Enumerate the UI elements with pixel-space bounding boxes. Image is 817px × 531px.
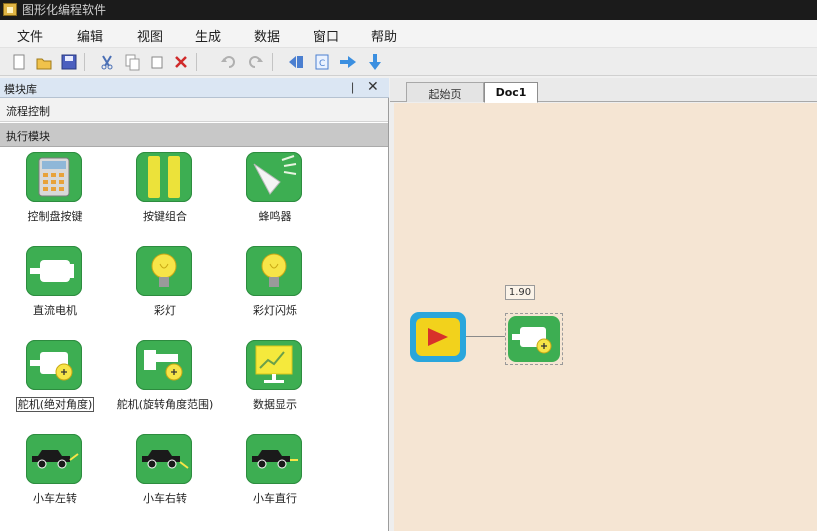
open-file-icon[interactable] [35,53,53,71]
module-label: 彩灯 [154,304,176,317]
module-label: 小车左转 [33,492,77,505]
pin-icon[interactable]: ❘ [348,81,357,94]
library-header: 模块库 ❘ ✕ [0,78,389,98]
module-servo-absolute[interactable]: 舵机(绝对角度) [0,340,110,430]
module-dc-motor[interactable]: 直流电机 [0,246,110,336]
import-icon[interactable] [288,53,306,71]
module-label: 彩灯闪烁 [253,304,297,317]
tab-doc1[interactable]: Doc1 [484,82,538,103]
window-title: 图形化编程软件 [22,3,107,17]
key-combo-icon [136,152,192,202]
toolbar-separator [196,53,197,71]
node-connector [466,336,505,337]
close-icon[interactable]: ✕ [367,79,379,95]
paste-icon[interactable] [148,53,166,71]
app-icon [3,3,17,16]
toolbar-separator [272,53,273,71]
module-buzzer[interactable]: 蜂鸣器 [220,152,330,242]
menu-window[interactable]: 窗口 [313,26,339,45]
menu-view[interactable]: 视图 [137,26,163,45]
document-tabs: 起始页 Doc1 [390,78,817,103]
menu-help[interactable]: 帮助 [371,26,397,45]
title-bar: 图形化编程软件 [0,0,817,20]
redo-icon[interactable] [246,53,264,71]
program-canvas[interactable]: 1.90 [394,103,817,531]
module-car-straight[interactable]: 小车直行 [220,434,330,524]
copy-icon[interactable] [123,53,141,71]
category-flow-control[interactable]: 流程控制 [0,98,388,122]
document-area: 起始页 Doc1 1.90 [390,78,817,531]
toolbar-separator [84,53,85,71]
export-icon[interactable]: C [313,53,331,71]
car-right-icon [136,434,192,484]
data-display-icon [246,340,302,390]
module-light[interactable]: 彩灯 [110,246,220,336]
module-label: 数据显示 [253,398,297,411]
dc-motor-icon [26,246,82,296]
module-label: 按键组合 [143,210,187,223]
module-light-blink[interactable]: 彩灯闪烁 [220,246,330,336]
motor-param-value[interactable]: 1.90 [505,285,535,300]
servo-rotate-icon [136,340,192,390]
module-label: 控制盘按键 [27,210,83,223]
light-bulb-icon [136,246,192,296]
menu-data[interactable]: 数据 [254,26,280,45]
car-straight-icon [246,434,302,484]
undo-icon[interactable] [220,53,238,71]
delete-icon[interactable] [172,53,190,71]
servo-node[interactable] [505,313,563,365]
servo-node-icon [508,316,560,362]
new-file-icon[interactable] [10,53,28,71]
module-car-left[interactable]: 小车左转 [0,434,110,524]
menu-build[interactable]: 生成 [195,26,221,45]
module-label: 舵机(旋转角度范围) [116,398,214,411]
light-blink-icon [246,246,302,296]
module-label: 小车右转 [143,492,187,505]
arrow-down-icon[interactable] [366,53,384,71]
module-library-panel: 模块库 ❘ ✕ 流程控制 执行模块 控制盘按键 按键组合 蜂鸣器 直流电机 彩灯 [0,78,389,531]
tab-start-page[interactable]: 起始页 [406,82,484,102]
buzzer-icon [246,152,302,202]
svg-text:C: C [319,59,325,69]
module-label: 舵机(绝对角度) [0,397,110,412]
module-label-text: 舵机(绝对角度) [15,397,95,412]
category-execution-modules[interactable]: 执行模块 [0,123,388,147]
module-control-panel-key[interactable]: 控制盘按键 [0,152,110,242]
library-title: 模块库 [4,83,37,96]
servo-absolute-icon [26,340,82,390]
menu-file[interactable]: 文件 [17,26,43,45]
module-data-display[interactable]: 数据显示 [220,340,330,430]
module-label: 直流电机 [33,304,77,317]
menu-bar: 文件 编辑 视图 生成 数据 窗口 帮助 [0,20,817,48]
module-car-right[interactable]: 小车右转 [110,434,220,524]
menu-edit[interactable]: 编辑 [77,26,103,45]
module-label: 小车直行 [253,492,297,505]
play-icon [428,328,448,346]
save-icon[interactable] [60,53,78,71]
arrow-right-icon[interactable] [339,53,357,71]
cut-icon[interactable] [98,53,116,71]
module-servo-rotate[interactable]: 舵机(旋转角度范围) [110,340,220,430]
module-label: 蜂鸣器 [258,210,292,223]
toolbar: C [0,48,817,76]
module-key-combo[interactable]: 按键组合 [110,152,220,242]
start-node[interactable] [410,312,466,362]
control-panel-icon [26,152,82,202]
car-left-icon [26,434,82,484]
